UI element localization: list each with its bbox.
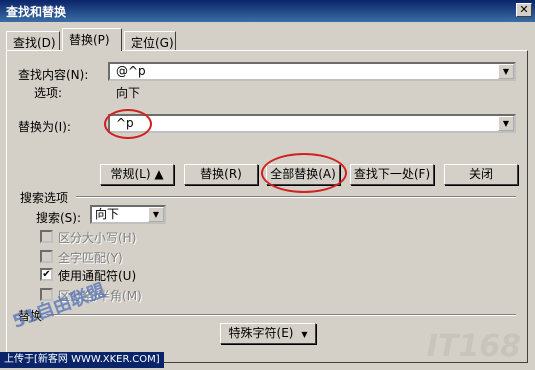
tab-panel bbox=[6, 50, 528, 363]
search-options-heading: 搜索选项 bbox=[20, 191, 69, 205]
options-label: 选项: bbox=[34, 86, 63, 100]
search-direction-label: 搜索(S): bbox=[36, 211, 82, 225]
special-characters-button[interactable]: 特殊字符(E) ▼ bbox=[220, 323, 316, 344]
title-bar: 查找和替换 ✕ bbox=[0, 0, 535, 22]
chevron-down-icon[interactable]: ▼ bbox=[498, 116, 514, 131]
window-title: 查找和替换 bbox=[6, 5, 67, 19]
wildcards-checkbox[interactable]: ✔ bbox=[40, 268, 53, 281]
match-case-label: 区分大小写(H) bbox=[58, 231, 137, 245]
tab-replace[interactable]: 替换(P) bbox=[62, 28, 122, 51]
find-value: @^p bbox=[116, 64, 146, 78]
highlight-circle bbox=[261, 153, 347, 193]
search-direction-value: 向下 bbox=[95, 207, 120, 221]
chevron-down-icon: ▼ bbox=[301, 330, 308, 339]
find-next-button[interactable]: 查找下一处(F) bbox=[350, 164, 434, 185]
watermark-status-text: 上传于[新客网 WWW.XKER.COM] bbox=[0, 352, 164, 368]
chevron-down-icon[interactable]: ▼ bbox=[498, 64, 514, 79]
chevron-down-icon[interactable]: ▼ bbox=[148, 207, 164, 222]
divider bbox=[46, 314, 516, 316]
tab-find[interactable]: 查找(D) bbox=[6, 31, 60, 50]
replace-input[interactable]: ^p ▼ bbox=[108, 114, 516, 133]
tab-goto[interactable]: 定位(G) bbox=[124, 31, 176, 50]
close-icon[interactable]: ✕ bbox=[516, 3, 532, 17]
find-label: 查找内容(N): bbox=[18, 68, 89, 82]
match-case-checkbox[interactable] bbox=[40, 230, 53, 243]
whole-word-checkbox[interactable] bbox=[40, 250, 53, 263]
watermark-brand: IT168 bbox=[426, 329, 521, 364]
less-button[interactable]: 常规(L) ▲ bbox=[100, 164, 174, 185]
replace-button[interactable]: 替换(R) bbox=[184, 164, 258, 185]
options-value: 向下 bbox=[116, 86, 141, 100]
close-button[interactable]: 关闭 bbox=[444, 164, 518, 185]
divider bbox=[76, 196, 516, 198]
replace-label: 替换为(I): bbox=[18, 120, 71, 134]
whole-word-label: 全字匹配(Y) bbox=[58, 251, 123, 265]
search-direction-select[interactable]: 向下 ▼ bbox=[90, 205, 166, 224]
highlight-circle bbox=[104, 109, 152, 139]
find-input[interactable]: @^p ▼ bbox=[108, 62, 516, 81]
special-characters-label: 特殊字符(E) bbox=[228, 326, 294, 340]
